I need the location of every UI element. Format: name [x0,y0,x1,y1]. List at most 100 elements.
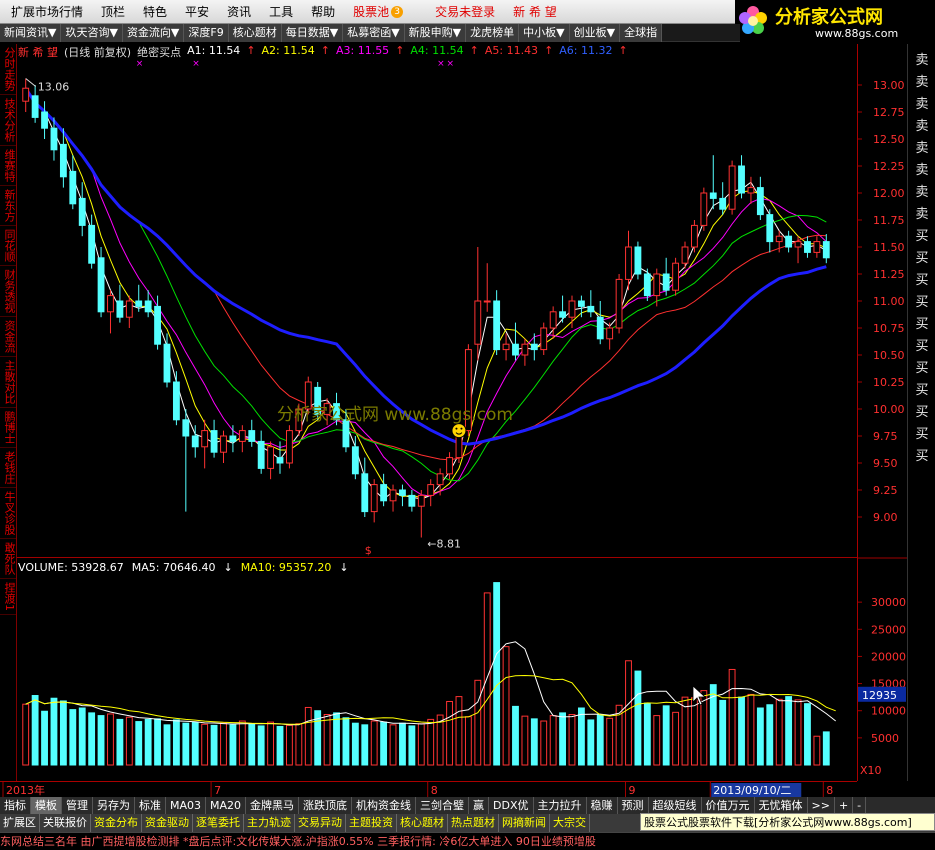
buy-order-row[interactable]: 买 [908,294,935,311]
extension-tab[interactable]: 逐笔委托 [193,814,244,832]
tb-f9[interactable]: 深度F9 [184,23,229,42]
buy-order-row[interactable]: 买 [908,426,935,443]
vtab-technical[interactable]: 技术分析 [0,95,16,146]
vtab-pengboshi[interactable]: 鹏博士 [0,408,16,448]
vtab-main-retail[interactable]: 主散对比 [0,357,16,408]
volume-marker-label: 12935 [862,689,897,702]
indicator-tab[interactable]: 预测 [618,797,649,814]
candle-body [577,300,585,307]
vtab-weisaite[interactable]: 维赛特 [0,146,16,186]
volume-bar [144,718,152,766]
buy-order-row[interactable]: 买 [908,316,935,333]
indicator-tab[interactable]: MA03 [166,797,207,814]
tb-core-theme[interactable]: 核心题材 [228,23,282,42]
sell-order-row[interactable]: 卖 [908,96,935,113]
extension-tab[interactable]: 关联报价 [40,814,91,832]
indicator-tab[interactable]: 稳赚 [587,797,618,814]
indicator-tab[interactable]: 主力拉升 [534,797,587,814]
sell-order-row[interactable]: 卖 [908,118,935,135]
indicator-tab[interactable]: 价值万元 [702,797,755,814]
extension-tab[interactable]: 交易异动 [295,814,346,832]
indicator-tab[interactable]: 指标 [0,797,31,814]
extension-tab[interactable]: 资金分布 [91,814,142,832]
buy-order-row[interactable]: 买 [908,360,935,377]
menu-stock-pool[interactable]: 股票池 3 [344,0,412,24]
volume-chart[interactable] [17,559,857,781]
extension-tab[interactable]: 核心题材 [397,814,448,832]
tb-ipo[interactable]: 新股申购▼ [404,23,467,42]
extension-tab[interactable]: 主题投资 [346,814,397,832]
date-month-10: 8 [826,784,833,797]
indicator-tab[interactable]: 无忧箱体 [755,797,808,814]
news-ticker[interactable]: 东网总结三名年 由广西提增股检测排 *盘后点评:文化传媒大涨,沪指涨0.55% … [0,832,935,850]
indicator-tab[interactable]: 另存为 [93,797,135,814]
indicator-tab[interactable]: 金牌黑马 [246,797,300,814]
tb-dragon-list[interactable]: 龙虎榜单 [466,23,520,42]
tb-news[interactable]: 新闻资讯▼ [0,23,62,42]
indicator-tab[interactable]: 超级短线 [649,797,702,814]
sell-order-row[interactable]: 卖 [908,162,935,179]
indicator-tab[interactable]: 机构资金线 [352,797,417,814]
tb-sme-board[interactable]: 中小板▼ [519,23,570,42]
vtab-capital-flow[interactable]: 资金流 [0,317,16,357]
menu-help[interactable]: 帮助 [302,0,344,24]
indicator-tab[interactable]: DDX优 [489,797,534,814]
sell-order-row[interactable]: 卖 [908,74,935,91]
zoom-out-button[interactable]: - [853,797,867,814]
price-tick-label: 11.75 [873,214,905,227]
extension-tab[interactable]: 主力轨迹 [244,814,295,832]
ad-banner[interactable]: 股票公式股票软件下载[分析家公式网www.88gs.com] [640,813,935,831]
vtab-stock-diagnosis[interactable]: 牛叉诊股 [0,488,16,539]
vtab-intraday[interactable]: 分时走势 [0,44,16,95]
menu-topbar[interactable]: 顶栏 [92,0,134,24]
extension-tab[interactable]: 热点题材 [448,814,499,832]
indicator-tab[interactable]: MA20 [206,797,247,814]
buy-order-row[interactable]: 买 [908,250,935,267]
tb-fund-flow[interactable]: 资金流向▼ [122,23,185,42]
tb-global-index[interactable]: 全球指 [620,23,663,42]
scroll-right-button[interactable]: >> [808,797,835,814]
tb-private-letter[interactable]: 私募密函▼ [343,23,405,42]
menu-pingan[interactable]: 平安 [176,0,218,24]
buy-order-row[interactable]: 买 [908,448,935,465]
buy-order-row[interactable]: 买 [908,382,935,399]
indicator-tab[interactable]: 赢 [469,797,490,814]
sell-order-row[interactable]: 卖 [908,52,935,69]
tb-daily-data[interactable]: 每日数据▼ [281,23,344,42]
buy-order-row[interactable]: 买 [908,404,935,421]
candle-body [107,295,114,313]
vtab-tonghuashun[interactable]: 同花顺 [0,226,16,266]
vtab-laoqianzhuang[interactable]: 老钱庄 [0,448,16,488]
vtab-niedu[interactable]: 捏渡1 [0,579,16,615]
tb-jiutian[interactable]: 玖天咨询▼ [61,23,123,42]
sell-order-row[interactable]: 卖 [908,206,935,223]
indicator-tab[interactable]: 标准 [135,797,166,814]
indicator-tab[interactable]: 管理 [62,797,93,814]
trade-status[interactable]: 交易未登录 [426,0,504,24]
extension-tab[interactable]: 网摘新闻 [499,814,550,832]
price-chart[interactable]: 13.06←8.81$分析家公式网 www.88gs.com× × × × [17,44,857,558]
indicator-tab[interactable]: 三剑合璧 [416,797,470,814]
extension-tab[interactable]: 资金驱动 [142,814,193,832]
menu-features[interactable]: 特色 [134,0,176,24]
extension-tab[interactable]: 扩展区 [0,814,40,832]
zoom-in-button[interactable]: + [835,797,854,814]
sell-order-row[interactable]: 卖 [908,140,935,157]
buy-order-row[interactable]: 买 [908,338,935,355]
indicator-tab[interactable]: 涨跌顶底 [299,797,353,814]
price-tick-label: 12.75 [873,106,905,119]
vtab-finance[interactable]: 财务透视 [0,266,16,317]
buy-order-row[interactable]: 买 [908,228,935,245]
tb-gem-board[interactable]: 创业板▼ [569,23,621,42]
candle-body [483,300,491,303]
menu-extended-market[interactable]: 扩展市场行情 [2,0,92,24]
vtab-dare-to-die[interactable]: 敢死队 [0,539,16,579]
extension-tab[interactable]: 大宗交 [550,814,590,832]
candle-body [766,214,774,243]
sell-order-row[interactable]: 卖 [908,184,935,201]
vtab-xindongfang[interactable]: 新东方 [0,186,16,226]
menu-tools[interactable]: 工具 [260,0,302,24]
indicator-tab[interactable]: 模板 [31,797,62,814]
menu-info[interactable]: 资讯 [218,0,260,24]
buy-order-row[interactable]: 买 [908,272,935,289]
